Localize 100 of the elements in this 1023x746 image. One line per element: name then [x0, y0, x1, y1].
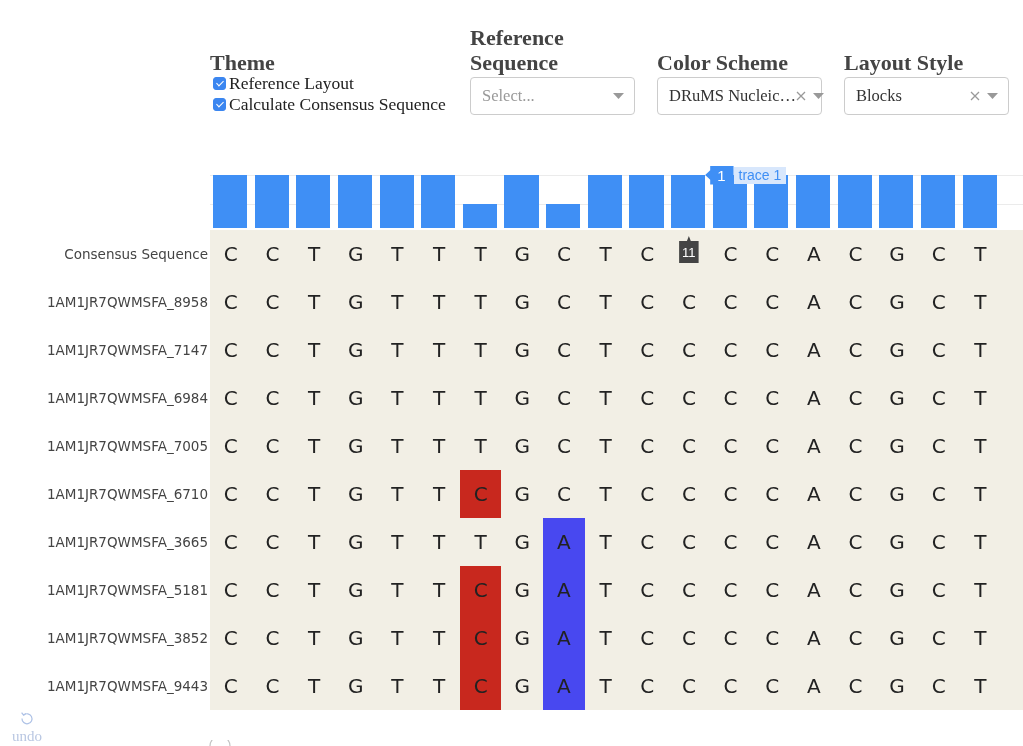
- sequence-cell-text: G: [347, 625, 365, 652]
- sequence-cell-text: C: [764, 385, 781, 412]
- sequence-cell-text: C: [264, 577, 281, 604]
- sequence-cell-text: C: [847, 577, 864, 604]
- sequence-cell-text: G: [347, 529, 365, 556]
- sequence-cell-text: C: [555, 337, 572, 364]
- sequence-cell-text: T: [431, 337, 447, 364]
- sequence-cell-text: G: [513, 529, 532, 556]
- sequence-cell-text: C: [639, 625, 656, 652]
- sequence-cell-text: G: [888, 481, 906, 508]
- sequence-cell-text: C: [847, 433, 864, 460]
- sequence-cell-text: C: [222, 529, 239, 556]
- axis-hover-label: 11: [679, 236, 699, 263]
- section-heading: Reference Sequence: [470, 25, 565, 75]
- checkbox[interactable]: [213, 77, 226, 90]
- sequence-cell-text: T: [307, 481, 322, 508]
- sequence-cell-text: G: [888, 337, 906, 364]
- sequence-cell-text: G: [513, 577, 532, 604]
- sequence-cell-text: C: [680, 433, 697, 460]
- caret-icon: [812, 93, 824, 99]
- sequence-cell-text: T: [307, 385, 322, 412]
- sequence-cell-text: C: [722, 289, 739, 316]
- clear-icon: [970, 91, 980, 101]
- hover-trace-label: trace 1: [733, 166, 787, 184]
- sequence-cell-text: T: [973, 529, 988, 556]
- caret-icon: [987, 93, 998, 99]
- sequence-cell-text: G: [513, 337, 532, 364]
- sequence-cell-text: C: [764, 577, 781, 604]
- sequence-cell-text: C: [847, 337, 864, 364]
- sequence-cell-text: C: [264, 433, 281, 460]
- sequence-cell-text: G: [888, 529, 906, 556]
- row-label: 1AM1JR7QWMSFA_3852: [46, 630, 208, 646]
- sequence-cell-text: C: [680, 673, 697, 700]
- sequence-cell-text: G: [888, 241, 906, 268]
- sequence-cell-text: T: [598, 433, 613, 460]
- sequence-cell-text: T: [973, 337, 988, 364]
- sequence-cell-text: T: [390, 289, 405, 316]
- sequence-cell-text: T: [973, 241, 988, 268]
- sequence-cell-text: T: [973, 481, 988, 508]
- sequence-cell-text: C: [639, 481, 656, 508]
- sequence-cell-text: T: [473, 529, 488, 556]
- sequence-cell-text: T: [973, 385, 988, 412]
- sequence-cell-text: C: [680, 289, 697, 316]
- sequence-cell-text: C: [930, 289, 947, 316]
- sequence-cell-text: C: [680, 481, 697, 508]
- sequence-cell-text: C: [930, 337, 947, 364]
- sequence-cell-text: T: [598, 385, 613, 412]
- sequence-cell-text: T: [307, 337, 322, 364]
- sequence-cell-text: C: [555, 481, 572, 508]
- sequence-cell-text: G: [888, 289, 906, 316]
- sequence-cell-text: G: [888, 385, 906, 412]
- sequence-cell-text: G: [888, 433, 906, 460]
- sequence-cell-text: T: [973, 433, 988, 460]
- sequence-cell-text: T: [390, 529, 405, 556]
- sequence-cell-text: C: [639, 673, 656, 700]
- sequence-cell-text: C: [722, 577, 739, 604]
- sequence-cell-text: C: [680, 337, 697, 364]
- sequence-cell-text: C: [639, 577, 656, 604]
- sequence-cell-text: T: [598, 577, 613, 604]
- sequence-cell-text: A: [805, 481, 822, 508]
- checkbox[interactable]: [213, 98, 226, 111]
- sequence-cell-text: C: [722, 337, 739, 364]
- sequence-cell-text: C: [847, 241, 864, 268]
- sequence-cell-text: C: [264, 385, 281, 412]
- sequence-cell-text: T: [390, 241, 405, 268]
- sequence-cell-text: T: [431, 241, 447, 268]
- sequence-cell-text: T: [598, 289, 613, 316]
- sequence-cell-text: G: [347, 673, 365, 700]
- sequence-cell-text: G: [513, 289, 532, 316]
- sequence-cell: A: [543, 518, 585, 566]
- sequence-cell: C: [459, 662, 502, 710]
- sequence-cell-text: C: [222, 385, 239, 412]
- sequence-cell-text: G: [513, 385, 532, 412]
- sequence-cell-text: T: [973, 625, 988, 652]
- sequence-cell-text: G: [347, 385, 365, 412]
- sequence-cell-text: G: [347, 241, 365, 268]
- sequence-cell-text: T: [307, 529, 322, 556]
- row-label: 1AM1JR7QWMSFA_7005: [46, 438, 208, 454]
- sequence-cell-text: C: [264, 241, 281, 268]
- sequence-cell-text: C: [222, 673, 239, 700]
- sequence-cell-text: T: [473, 289, 488, 316]
- sequence-cell-text: T: [390, 625, 405, 652]
- sequence-cell-text: G: [513, 241, 532, 268]
- sequence-cell: A: [543, 566, 585, 614]
- sequence-cell-text: G: [888, 673, 906, 700]
- sequence-cell-text: A: [805, 673, 822, 700]
- sequence-cell-text: T: [307, 433, 322, 460]
- dropdown[interactable]: Blocks: [844, 77, 1009, 115]
- sequence-cell-text: T: [431, 673, 447, 700]
- checkbox-label[interactable]: Calculate Consensus Sequence: [229, 94, 446, 115]
- sequence-cell-text: C: [930, 577, 947, 604]
- sequence-cell-text: T: [390, 577, 405, 604]
- dropdown[interactable]: DRuMS Nucleic…: [657, 77, 822, 115]
- hover-value-label: 1: [705, 165, 734, 185]
- row-label: 1AM1JR7QWMSFA_6710: [46, 486, 208, 502]
- sequence-cell-text: T: [431, 433, 447, 460]
- sequence-cell-text: C: [639, 385, 656, 412]
- sequence-cell-text: C: [722, 241, 739, 268]
- checkbox-label[interactable]: Reference Layout: [229, 73, 354, 94]
- sequence-cell-text: T: [598, 529, 613, 556]
